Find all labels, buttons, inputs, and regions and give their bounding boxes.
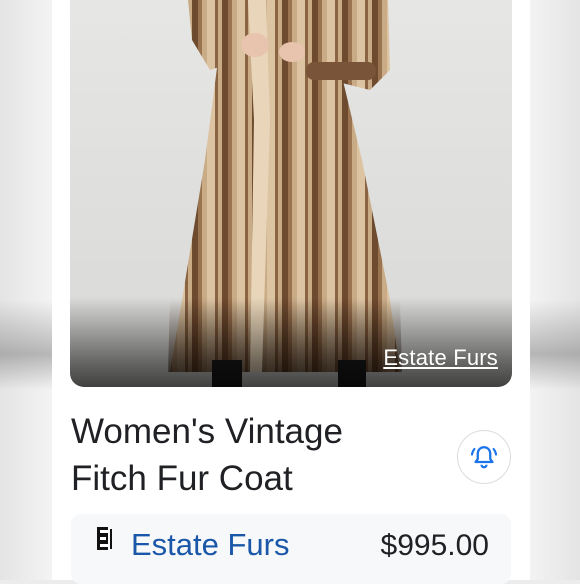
product-title: Women's Vintage Fitch Fur Coat (71, 412, 343, 498)
image-source-link[interactable]: Estate Furs (383, 345, 498, 371)
merchant-name-link[interactable]: Estate Furs (131, 527, 290, 563)
image-caption-shade (70, 297, 512, 387)
bell-alert-icon (470, 446, 498, 469)
product-image[interactable]: Estate Furs (70, 0, 512, 387)
price-alert-button[interactable] (457, 430, 511, 484)
offer-row[interactable]: Estate Furs $995.00 (71, 514, 511, 584)
merchant-logo-icon (97, 527, 112, 550)
offer-price: $995.00 (380, 529, 489, 562)
